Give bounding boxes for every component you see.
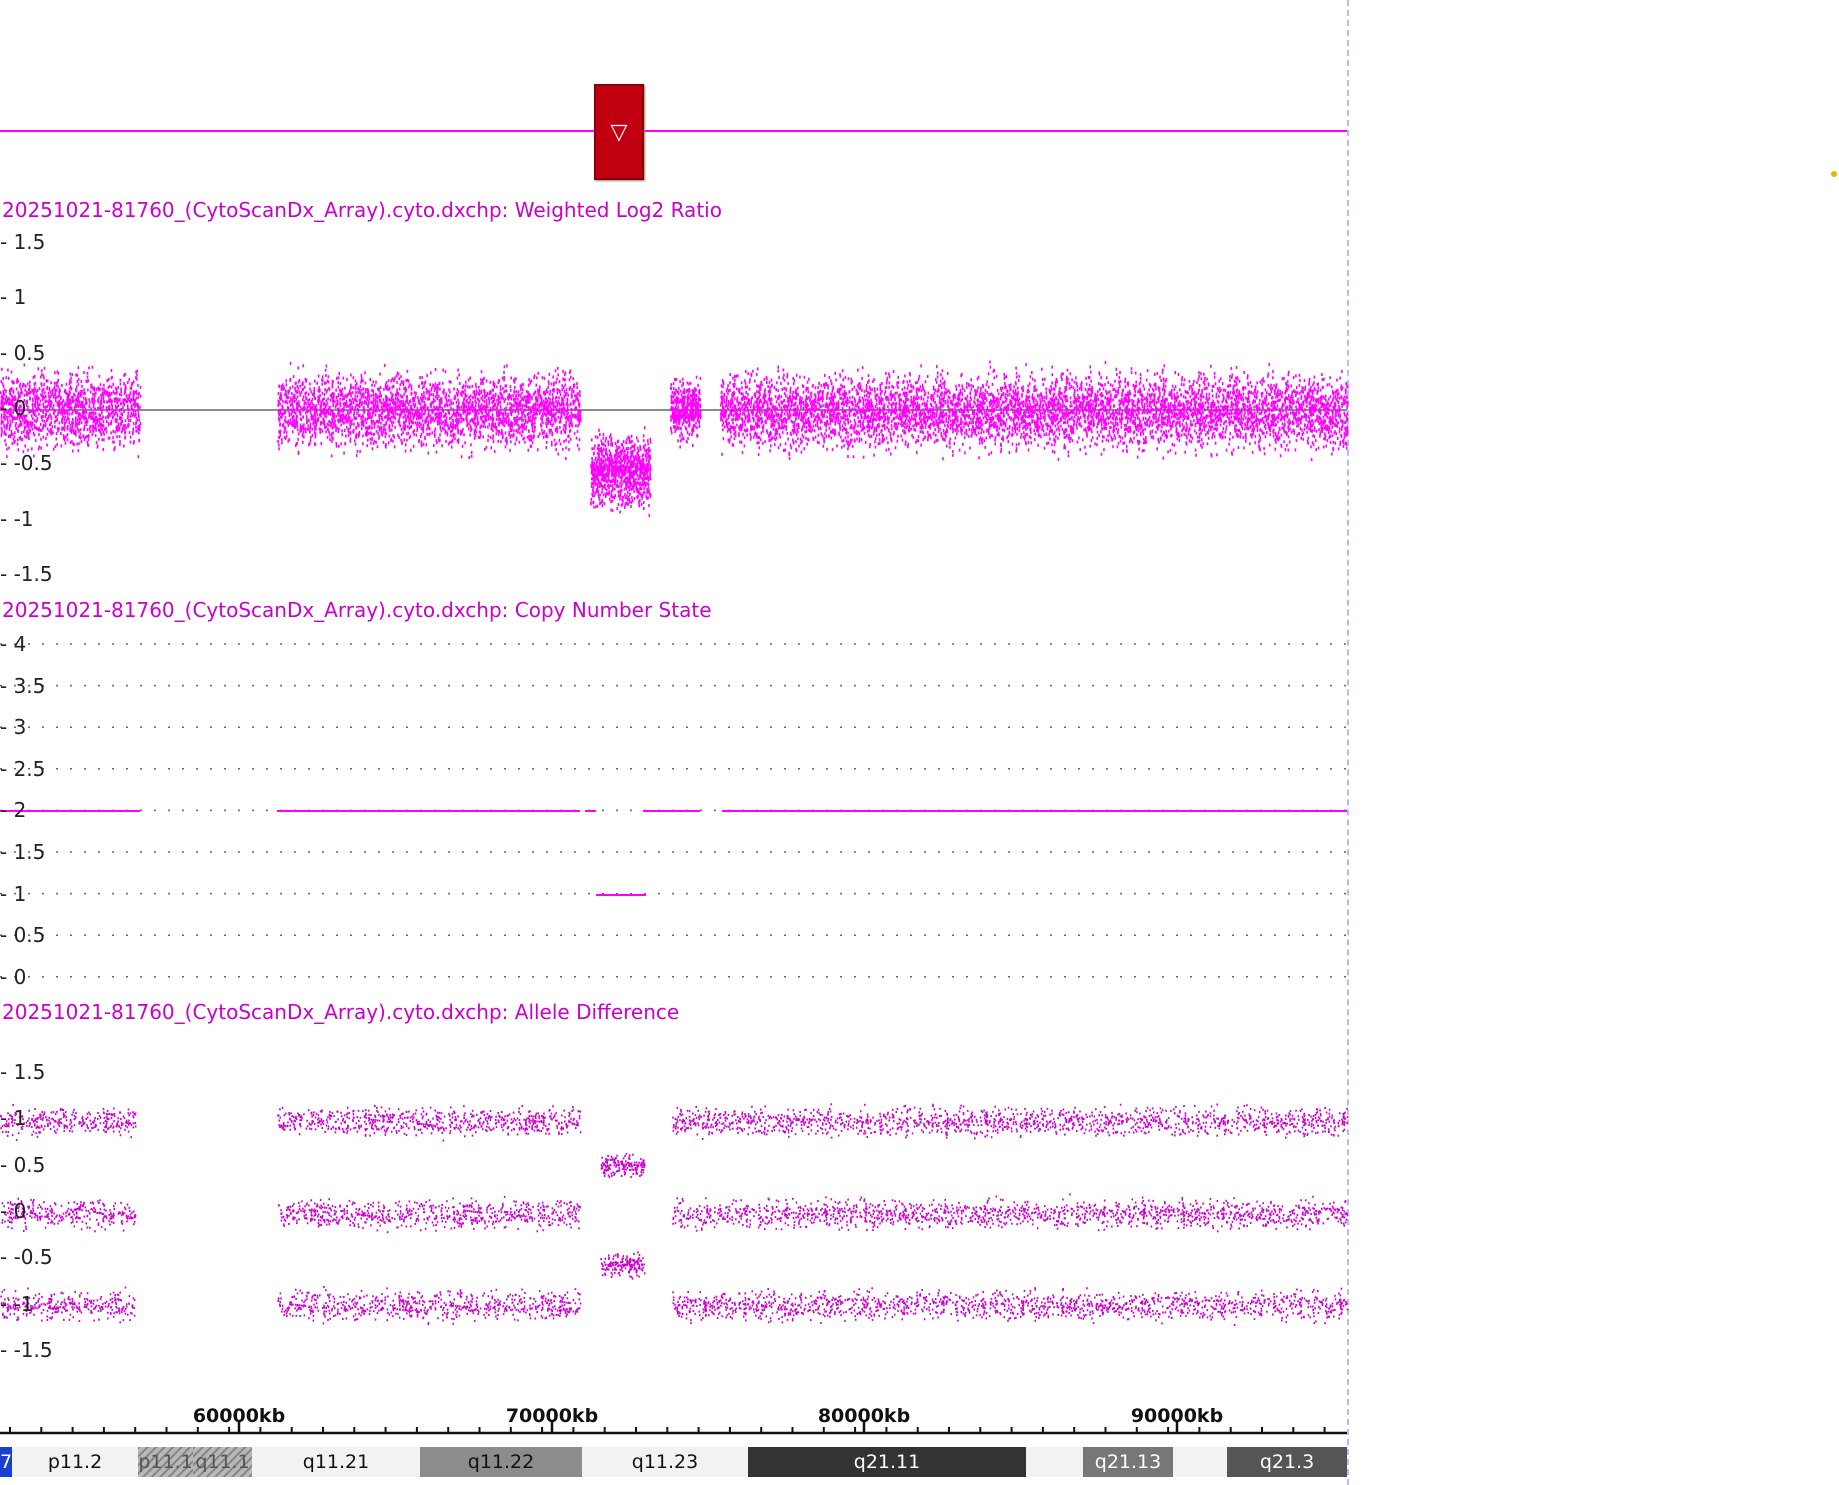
- track-plots[interactable]: [0, 0, 1839, 1485]
- band-q11-22[interactable]: q11.22: [420, 1447, 582, 1477]
- cn-tick-label: - 3.5: [0, 673, 46, 698]
- ruler-label: 60000kb: [192, 1405, 286, 1427]
- log2-tick-label: - -1: [0, 506, 34, 531]
- cn-tick-label: - 0: [0, 964, 27, 989]
- band-p11-1[interactable]: p11.1: [138, 1447, 193, 1477]
- position-marker[interactable]: ▽: [594, 84, 644, 180]
- allele-tick-label: - 1.5: [0, 1060, 46, 1084]
- ruler-label: 70000kb: [505, 1405, 599, 1427]
- log2-tick-label: - 1: [0, 285, 27, 310]
- band-q11-1[interactable]: q11.1: [193, 1447, 252, 1477]
- allele-tick-label: - -1: [0, 1291, 34, 1316]
- ruler-label: 90000kb: [1130, 1405, 1224, 1427]
- allele-tick-label: - -0.5: [0, 1245, 53, 1270]
- allele-tick-label: - -1.5: [0, 1337, 53, 1362]
- log2-tick-label: - -1.5: [0, 561, 53, 586]
- log2-tick-label: - 0: [0, 395, 27, 420]
- triangle-down-icon: ▽: [610, 119, 628, 145]
- log2-points: [0, 360, 1349, 517]
- allele-track-title: 20251021-81760_(CytoScanDx_Array).cyto.d…: [2, 1000, 680, 1024]
- cn-tick-label: - 2: [0, 798, 27, 823]
- band-q21-2[interactable]: q21.2: [1173, 1447, 1227, 1477]
- cn-tick-label: - 1: [0, 881, 27, 906]
- cn-tick-label: - 3: [0, 715, 27, 740]
- log2-track-title: 20251021-81760_(CytoScanDx_Array).cyto.d…: [2, 198, 722, 222]
- band-q21-12[interactable]: q21.12: [1026, 1447, 1083, 1477]
- allele-tick-label: - 1: [0, 1106, 27, 1131]
- band-q21-11[interactable]: q21.11: [748, 1447, 1026, 1477]
- cn-track-title: 20251021-81760_(CytoScanDx_Array).cyto.d…: [2, 598, 712, 622]
- cn-tick-label: - 2.5: [0, 756, 46, 781]
- genome-browser-viewer[interactable]: ▽ 20251021-81760_(CytoScanDx_Array).cyto…: [0, 0, 1839, 1485]
- band-q11-23[interactable]: q11.23: [582, 1447, 748, 1477]
- log2-tick-label: - 0.5: [0, 340, 46, 365]
- allele-points: [0, 1103, 1349, 1326]
- log2-tick-label: - -0.5: [0, 451, 53, 476]
- log2-tick-label: - 1.5: [0, 230, 46, 254]
- band-q21-13[interactable]: q21.13: [1083, 1447, 1173, 1477]
- cn-tick-label: - 1.5: [0, 840, 46, 864]
- band-q21-3[interactable]: q21.3: [1227, 1447, 1347, 1477]
- allele-tick-label: - 0: [0, 1198, 27, 1223]
- cn-tick-label: - 0.5: [0, 923, 46, 948]
- band-q11-21[interactable]: q11.21: [252, 1447, 420, 1477]
- allele-tick-label: - 0.5: [0, 1152, 46, 1177]
- cn-tick-label: - 4: [0, 632, 27, 656]
- band-7[interactable]: 7: [0, 1447, 12, 1477]
- ruler-label: 80000kb: [817, 1405, 911, 1427]
- band-p11-2[interactable]: p11.2: [12, 1447, 138, 1477]
